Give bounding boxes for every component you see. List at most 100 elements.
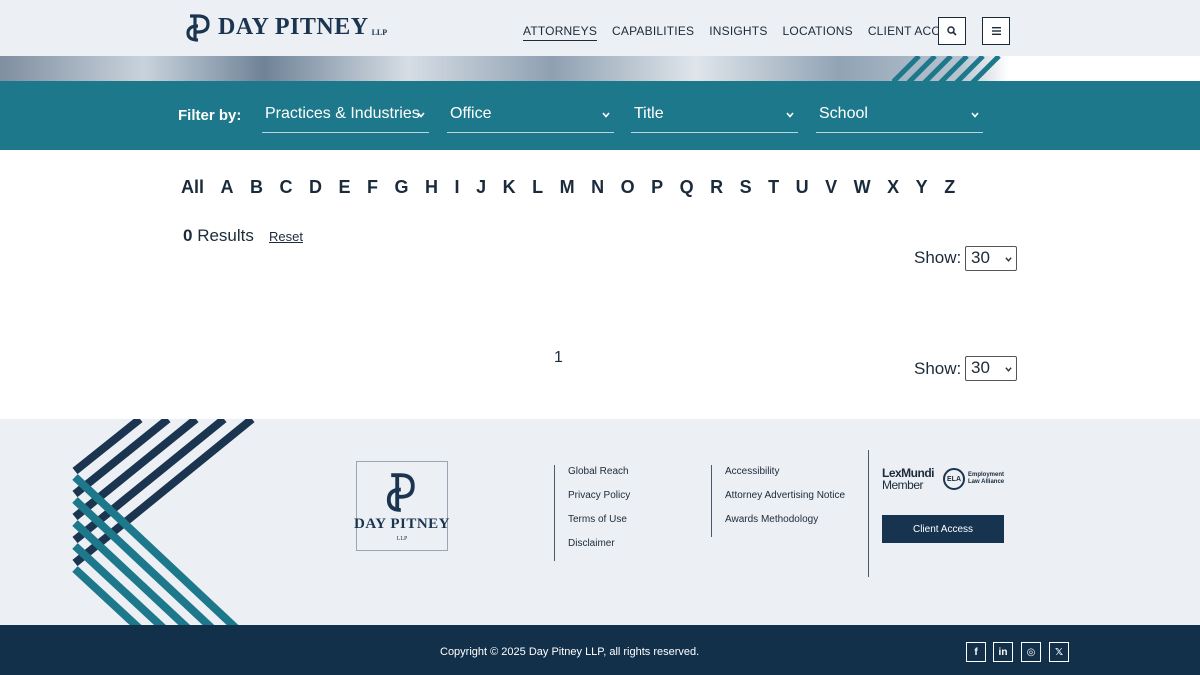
alphabet-letter-j[interactable]: J: [476, 177, 486, 198]
footer-logo-suffix: LLP: [396, 536, 408, 542]
alphabet-filter: All A B C D E F G H I J K L M N O P Q R S T U V W X Y Z: [181, 177, 972, 198]
title-select-label: Title: [634, 105, 664, 122]
alphabet-letter-y[interactable]: Y: [916, 177, 928, 198]
alphabet-letter-d[interactable]: D: [309, 177, 322, 198]
instagram-icon[interactable]: ◎: [1021, 642, 1041, 662]
alphabet-letter-b[interactable]: B: [250, 177, 263, 198]
ela-line2: Law Alliance: [968, 479, 1005, 485]
footer-logo-text: DAY PITNEY: [354, 516, 450, 532]
alphabet-letter-a[interactable]: A: [221, 177, 234, 198]
office-select[interactable]: Office: [447, 99, 614, 133]
results-number: 0: [183, 226, 193, 245]
logo-text: DAY PITNEY: [218, 13, 369, 40]
logo-monogram-icon: [186, 14, 210, 42]
practices-select-label: Practices & Industries: [265, 105, 420, 122]
footer-link-awards-methodology[interactable]: Awards Methodology: [725, 513, 845, 537]
alphabet-letter-e[interactable]: E: [339, 177, 351, 198]
footer-logo[interactable]: DAY PITNEY LLP: [354, 461, 450, 551]
footer-divider: [868, 450, 869, 577]
title-select[interactable]: Title: [631, 99, 798, 133]
search-button[interactable]: [938, 17, 966, 45]
show-select-value: 30: [971, 358, 990, 377]
footer-link-global-reach[interactable]: Global Reach: [568, 465, 630, 489]
alphabet-letter-x[interactable]: X: [887, 177, 899, 198]
nav-attorneys[interactable]: ATTORNEYS: [523, 24, 598, 41]
practices-industries-select[interactable]: Practices & Industries: [262, 99, 429, 133]
lexmundi-logo[interactable]: LexMundi Member: [882, 467, 935, 492]
site-footer: DAY PITNEY LLP Global Reach Privacy Poli…: [0, 419, 1200, 625]
ela-badge: ELA: [943, 468, 965, 490]
chevron-down-icon: [971, 112, 979, 118]
alphabet-letter-all[interactable]: All: [181, 177, 204, 198]
footer-link-privacy-policy[interactable]: Privacy Policy: [568, 489, 630, 513]
alphabet-letter-t[interactable]: T: [768, 177, 779, 198]
chevron-down-icon: [602, 112, 610, 118]
footer-links-col2: Accessibility Attorney Advertising Notic…: [711, 465, 845, 537]
alphabet-letter-u[interactable]: U: [796, 177, 809, 198]
alphabet-letter-w[interactable]: W: [854, 177, 871, 198]
footer-stripes-decoration: [72, 419, 255, 625]
alphabet-letter-l[interactable]: L: [532, 177, 543, 198]
alphabet-letter-m[interactable]: M: [560, 177, 575, 198]
logo-monogram-icon: [386, 473, 415, 512]
filter-bar: Filter by: Practices & Industries Office…: [0, 81, 1200, 150]
alphabet-letter-g[interactable]: G: [395, 177, 409, 198]
filter-label: Filter by:: [178, 107, 242, 124]
ela-text: Employment Law Alliance: [968, 472, 1004, 486]
chevron-down-icon: [1005, 257, 1012, 262]
alphabet-letter-f[interactable]: F: [367, 177, 378, 198]
chevron-down-icon: [786, 112, 794, 118]
results-count: 0 Results: [183, 226, 254, 246]
site-logo[interactable]: DAY PITNEY LLP: [184, 12, 387, 42]
alphabet-letter-i[interactable]: I: [455, 177, 460, 198]
linkedin-icon[interactable]: in: [993, 642, 1013, 662]
hamburger-menu-icon: [991, 27, 1001, 35]
pagination-current-page[interactable]: 1: [554, 349, 563, 367]
main-nav: ATTORNEYS CAPABILITIES INSIGHTS LOCATION…: [523, 24, 965, 41]
show-select-value: 30: [971, 248, 990, 267]
copyright-bar: Copyright © 2025 Day Pitney LLP, all rig…: [0, 625, 1200, 675]
footer-link-attorney-advertising[interactable]: Attorney Advertising Notice: [725, 489, 845, 513]
alphabet-letter-o[interactable]: O: [621, 177, 635, 198]
footer-link-accessibility[interactable]: Accessibility: [725, 465, 845, 489]
footer-link-terms-of-use[interactable]: Terms of Use: [568, 513, 630, 537]
nav-locations[interactable]: LOCATIONS: [783, 24, 853, 41]
alphabet-letter-c[interactable]: C: [280, 177, 293, 198]
client-access-button[interactable]: Client Access: [882, 515, 1004, 543]
copyright-text: Copyright © 2025 Day Pitney LLP, all rig…: [440, 646, 700, 658]
ela-logo[interactable]: ELA Employment Law Alliance: [943, 468, 1004, 490]
hero-image-strip: [0, 56, 1200, 81]
alphabet-letter-z[interactable]: Z: [944, 177, 955, 198]
school-select-label: School: [819, 105, 868, 122]
chevron-down-icon: [1005, 367, 1012, 372]
alphabet-letter-n[interactable]: N: [591, 177, 604, 198]
menu-button[interactable]: [982, 17, 1010, 45]
alphabet-letter-s[interactable]: S: [740, 177, 752, 198]
facebook-icon[interactable]: f: [966, 642, 986, 662]
lexmundi-line2: Member: [882, 478, 924, 492]
school-select[interactable]: School: [816, 99, 983, 133]
alphabet-letter-r[interactable]: R: [710, 177, 723, 198]
show-label-bottom: Show:: [914, 359, 962, 378]
alphabet-letter-v[interactable]: V: [825, 177, 837, 198]
alphabet-letter-k[interactable]: K: [503, 177, 516, 198]
show-select-bottom[interactable]: 30: [965, 356, 1017, 381]
show-select-top[interactable]: 30: [965, 246, 1017, 271]
ela-line1: Employment: [968, 472, 1005, 478]
office-select-label: Office: [450, 105, 492, 122]
footer-link-disclaimer[interactable]: Disclaimer: [568, 537, 630, 561]
alphabet-letter-q[interactable]: Q: [680, 177, 694, 198]
x-twitter-icon[interactable]: 𝕏: [1049, 642, 1069, 662]
footer-links-col1: Global Reach Privacy Policy Terms of Use…: [554, 465, 630, 561]
nav-capabilities[interactable]: CAPABILITIES: [612, 24, 694, 41]
logo-suffix: LLP: [371, 27, 388, 37]
results-label: Results: [197, 226, 254, 245]
site-header: DAY PITNEY LLP ATTORNEYS CAPABILITIES IN…: [0, 0, 1200, 56]
alphabet-letter-p[interactable]: P: [651, 177, 663, 198]
chevron-down-icon: [417, 112, 425, 118]
search-icon: [947, 26, 957, 36]
nav-insights[interactable]: INSIGHTS: [709, 24, 767, 41]
show-label-top: Show:: [914, 248, 962, 267]
reset-link[interactable]: Reset: [269, 229, 303, 244]
alphabet-letter-h[interactable]: H: [425, 177, 438, 198]
